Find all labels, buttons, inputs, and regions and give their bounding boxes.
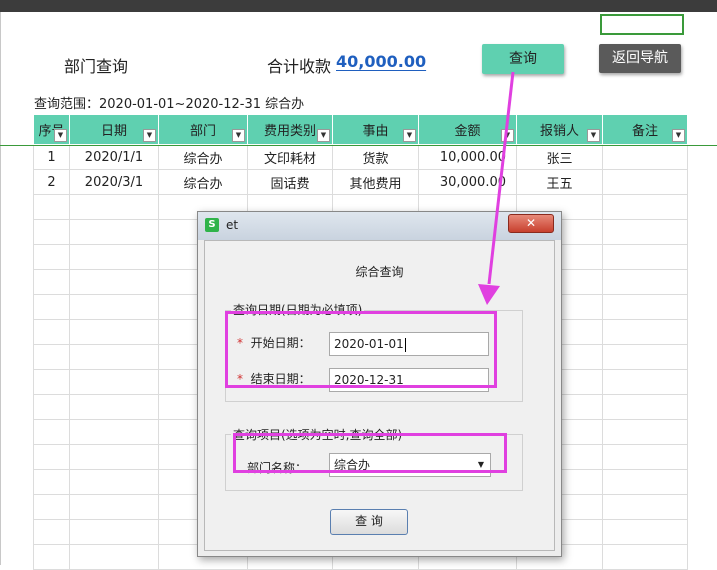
- annotation-arrow: [478, 71, 515, 305]
